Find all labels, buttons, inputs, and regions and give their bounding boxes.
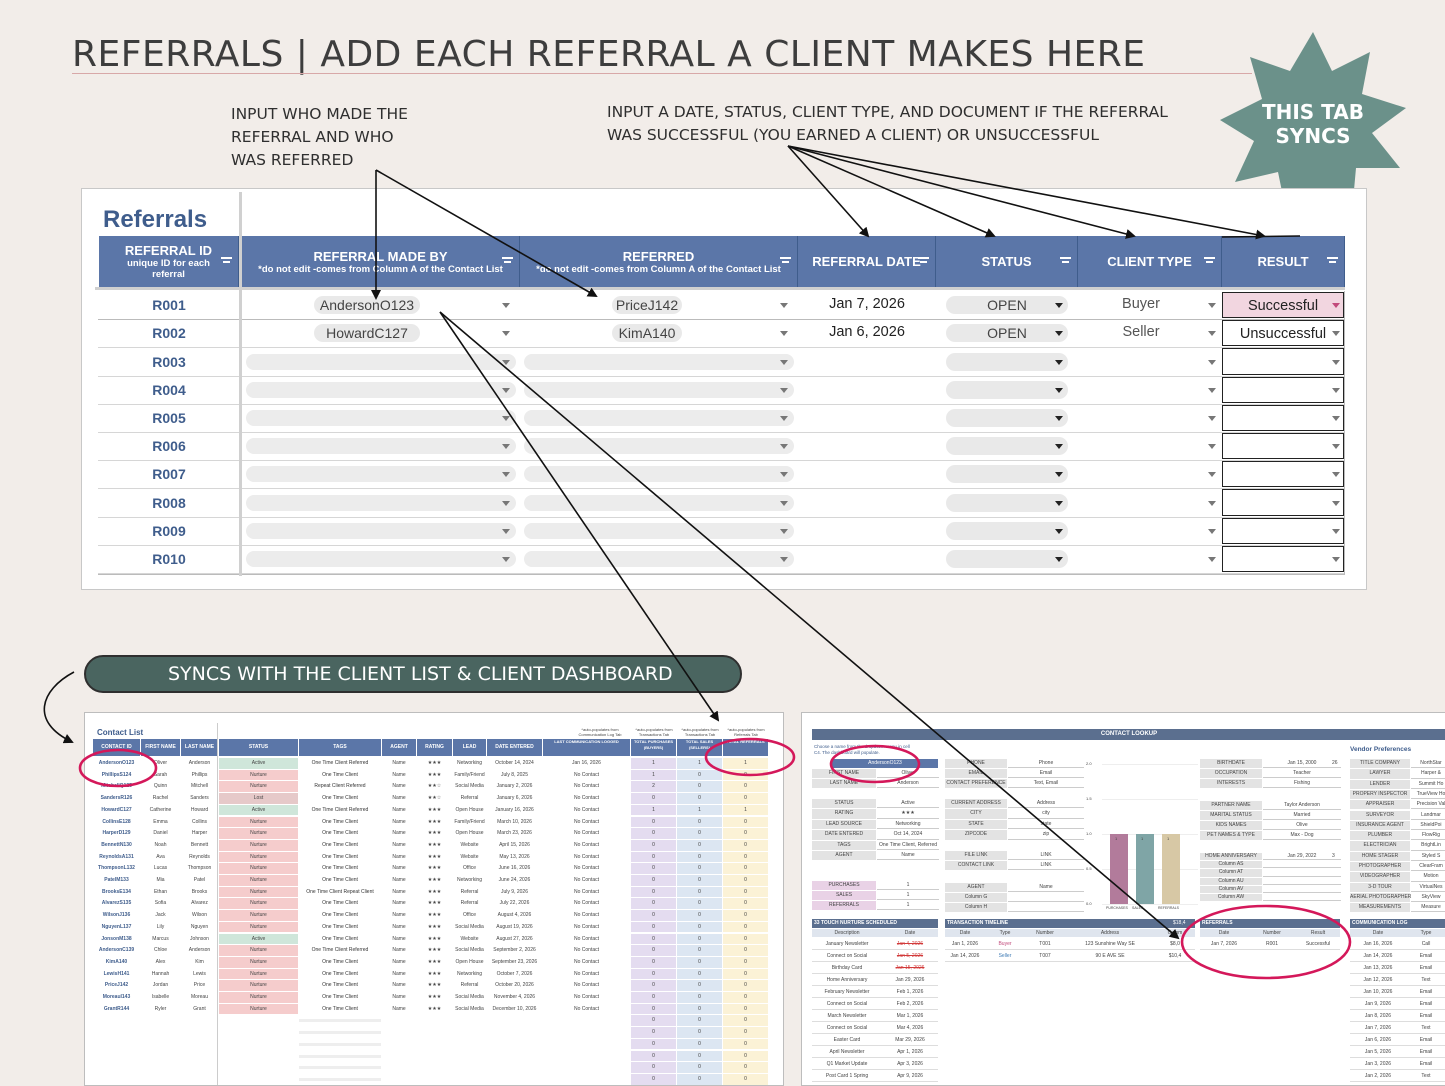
arrow-icon (787, 145, 1136, 239)
annotation-overlay (43, 145, 1352, 980)
highlight-circle-icon (78, 748, 158, 788)
arrow-icon (1221, 235, 1301, 238)
arrow-icon (439, 311, 1180, 940)
arrow-icon (787, 145, 1266, 240)
arrow-icon (375, 169, 598, 297)
arrow-icon (439, 311, 720, 722)
highlight-circle-icon (829, 744, 921, 784)
highlight-circle-icon (1180, 904, 1352, 980)
curved-arrow-icon (43, 671, 75, 744)
highlight-circle-icon (704, 737, 796, 777)
